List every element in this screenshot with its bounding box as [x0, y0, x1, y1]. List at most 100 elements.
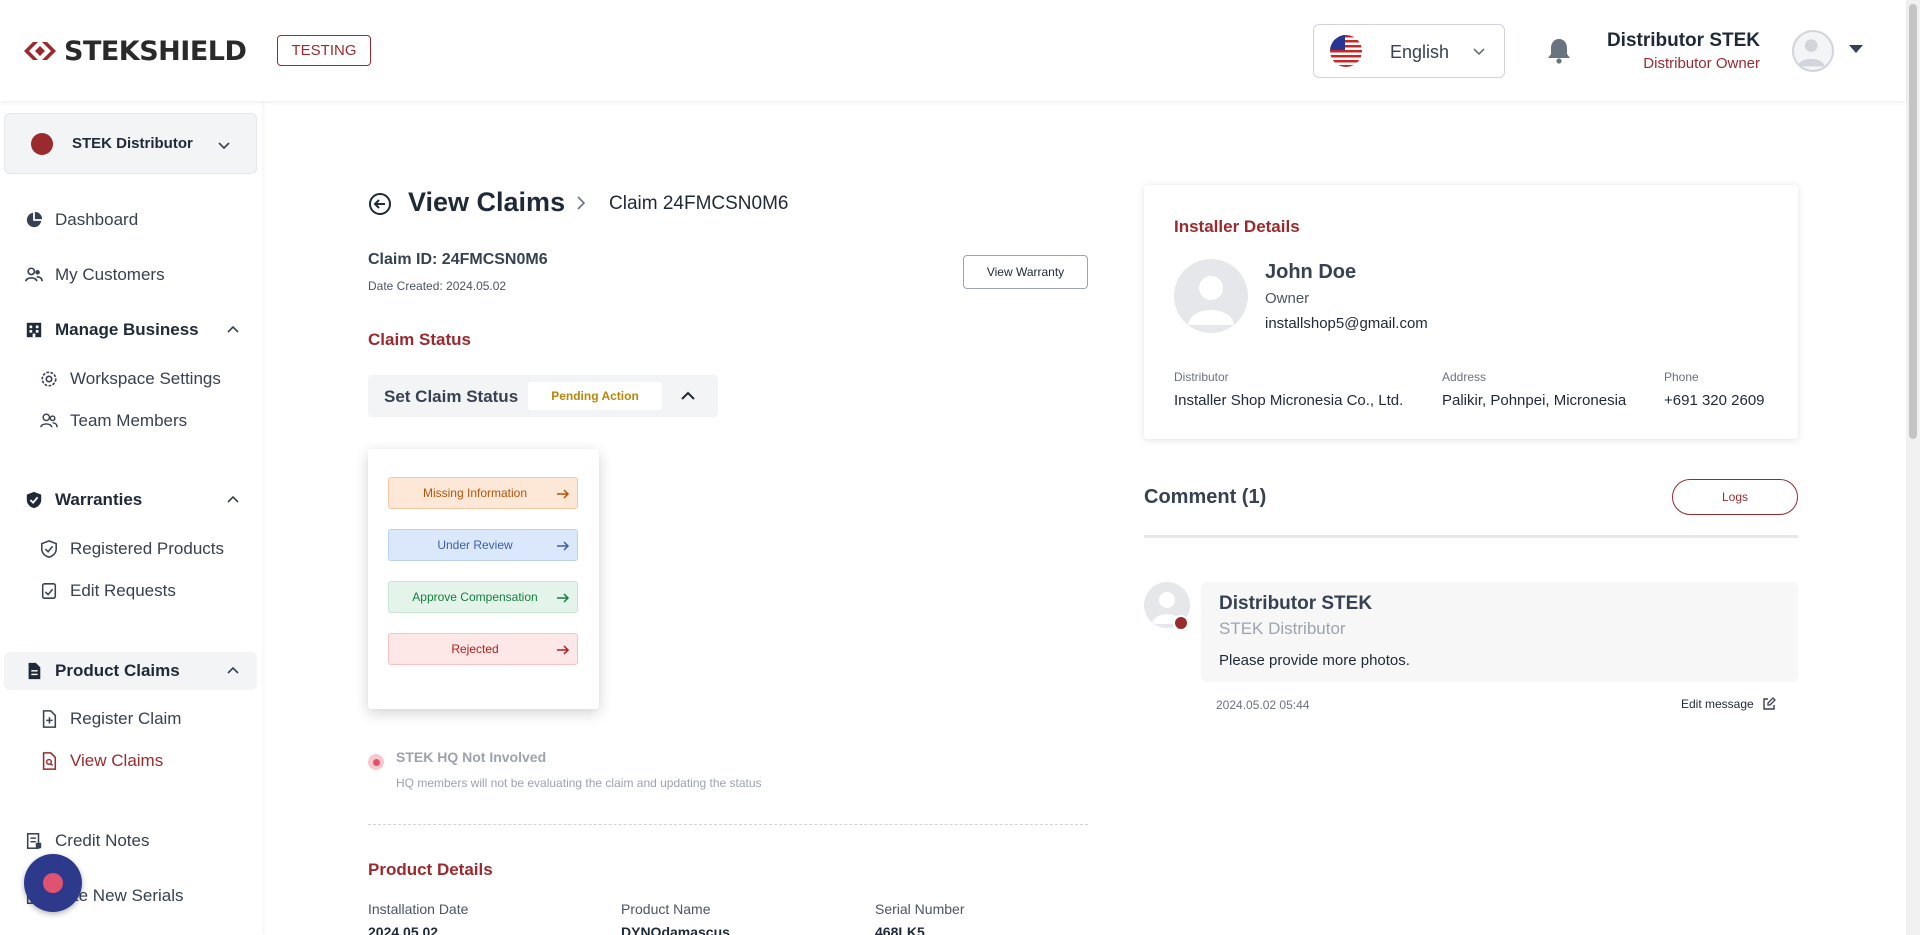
sidebar: STEK Distributor Dashboard My Customers … — [0, 101, 262, 935]
document-plus-icon — [39, 709, 59, 729]
sidebar-item-register-claim[interactable]: Register Claim — [0, 700, 262, 738]
shield-outline-icon — [39, 539, 59, 559]
hq-not-involved-description: HQ members will not be evaluating the cl… — [396, 776, 762, 790]
product-name-label: Product Name — [621, 901, 711, 917]
phone-label: Phone — [1664, 370, 1699, 384]
gear-icon — [39, 369, 59, 389]
arrow-right-icon — [557, 645, 570, 655]
scrollbar-thumb[interactable] — [1909, 4, 1917, 439]
sidebar-item-dashboard[interactable]: Dashboard — [0, 201, 262, 239]
sidebar-item-label: Manage Business — [55, 320, 199, 339]
distributor-value: Installer Shop Micronesia Co., Ltd. — [1174, 392, 1404, 409]
stekshield-logo[interactable]: STEKSHIELD — [22, 35, 247, 67]
organization-switcher[interactable]: STEK Distributor — [4, 113, 257, 174]
logo-text: STEKSHIELD — [64, 35, 247, 67]
language-label: English — [1390, 42, 1450, 62]
document-icon — [24, 661, 44, 681]
organization-icon — [31, 133, 53, 155]
chevron-down-icon — [218, 142, 230, 150]
arrow-right-icon — [557, 593, 570, 603]
sidebar-item-credit-notes[interactable]: Credit Notes — [0, 822, 262, 860]
hq-not-involved-radio[interactable] — [368, 754, 384, 770]
installer-name: John Doe — [1265, 261, 1357, 283]
address-label: Address — [1442, 370, 1487, 384]
chevron-up-icon — [227, 666, 239, 674]
users-icon — [24, 265, 44, 285]
team-icon — [39, 411, 59, 431]
chevron-right-icon — [577, 196, 586, 210]
sidebar-item-edit-requests[interactable]: Edit Requests — [0, 572, 262, 610]
back-arrow-icon[interactable] — [368, 192, 392, 216]
installer-email: installshop5@gmail.com — [1265, 315, 1428, 332]
sidebar-item-label: Register Claim — [70, 709, 182, 728]
product-details-heading: Product Details — [368, 860, 493, 879]
notification-bell-icon[interactable] — [1546, 37, 1572, 64]
sidebar-item-label: Workspace Settings — [70, 369, 221, 388]
hq-not-involved-title: STEK HQ Not Involved — [396, 749, 547, 765]
comment-timestamp: 2024.05.02 05:44 — [1216, 698, 1310, 712]
shield-check-icon — [24, 490, 44, 510]
edit-icon — [1763, 697, 1776, 710]
status-option-label: Approve Compensation — [412, 590, 538, 604]
sidebar-group-product-claims[interactable]: Product Claims — [4, 652, 257, 690]
sidebar-item-label: Credit Notes — [55, 831, 150, 850]
sidebar-item-my-customers[interactable]: My Customers — [0, 256, 262, 294]
status-badge: Pending Action — [528, 382, 662, 410]
installer-role: Owner — [1265, 290, 1310, 307]
page-title: View Claims — [408, 187, 566, 217]
fab-dot-icon — [43, 873, 63, 893]
sidebar-item-label: Edit Requests — [70, 581, 176, 600]
user-avatar[interactable] — [1792, 30, 1834, 72]
radio-dot-icon — [372, 758, 380, 766]
floating-action-button[interactable] — [24, 854, 82, 912]
receipt-icon — [24, 831, 44, 851]
environment-badge: TESTING — [277, 35, 371, 66]
pie-chart-icon — [24, 210, 44, 230]
installer-details-heading: Installer Details — [1174, 217, 1300, 236]
installation-date-label: Installation Date — [368, 901, 469, 917]
document-search-icon — [39, 751, 59, 771]
comments-divider — [1144, 535, 1798, 538]
address-value: Palikir, Pohnpei, Micronesia — [1442, 392, 1627, 409]
edit-message-label: Edit message — [1681, 697, 1754, 711]
set-claim-status-dropdown[interactable]: Set Claim Status Pending Action — [368, 375, 718, 417]
sidebar-item-view-claims[interactable]: View Claims — [0, 742, 262, 780]
top-header: STEKSHIELD TESTING English Distributor S… — [0, 0, 1906, 101]
section-divider — [368, 824, 1088, 825]
organization-label: STEK Distributor — [72, 135, 193, 152]
page-scrollbar[interactable] — [1906, 0, 1920, 935]
edit-message-button[interactable]: Edit message — [1681, 697, 1776, 711]
comment-author-org: STEK Distributor — [1219, 619, 1346, 638]
status-option-under-review[interactable]: Under Review — [388, 529, 578, 561]
sidebar-item-label: Warranties — [55, 490, 143, 509]
logs-button[interactable]: Logs — [1672, 479, 1798, 515]
date-created: Date Created: 2024.05.02 — [368, 279, 507, 293]
sidebar-item-workspace-settings[interactable]: Workspace Settings — [0, 360, 262, 398]
sidebar-item-label: Dashboard — [55, 210, 139, 229]
user-menu-caret-icon[interactable] — [1848, 44, 1864, 54]
author-org-badge-icon — [1173, 615, 1189, 631]
document-check-icon — [39, 581, 59, 601]
language-selector[interactable]: English — [1313, 24, 1505, 78]
sidebar-item-registered-products[interactable]: Registered Products — [0, 530, 262, 568]
status-option-approve-compensation[interactable]: Approve Compensation — [388, 581, 578, 613]
breadcrumb-current: Claim 24FMCSN0M6 — [609, 193, 789, 214]
comment-bubble: Distributor STEK STEK Distributor Please… — [1201, 582, 1798, 682]
sidebar-item-label: Product Claims — [55, 661, 180, 680]
serial-number-label: Serial Number — [875, 901, 965, 917]
status-option-missing-information[interactable]: Missing Information — [388, 477, 578, 509]
view-warranty-button[interactable]: View Warranty — [963, 255, 1088, 289]
sidebar-item-label: Registered Products — [70, 539, 225, 558]
status-options-menu: Missing Information Under Review Approve… — [368, 449, 599, 709]
comment-text: Please provide more photos. — [1219, 652, 1410, 669]
status-option-label: Missing Information — [422, 486, 528, 500]
product-name-value: DYNOdamascus — [621, 924, 730, 935]
status-option-rejected[interactable]: Rejected — [388, 633, 578, 665]
us-flag-icon — [1330, 35, 1362, 67]
arrow-right-icon — [557, 541, 570, 551]
sidebar-item-team-members[interactable]: Team Members — [0, 402, 262, 440]
sidebar-group-manage-business[interactable]: Manage Business — [0, 311, 262, 349]
sidebar-group-warranties[interactable]: Warranties — [0, 481, 262, 519]
installation-date-value: 2024.05.02 — [368, 924, 439, 935]
claim-id: Claim ID: 24FMCSN0M6 — [368, 251, 548, 268]
